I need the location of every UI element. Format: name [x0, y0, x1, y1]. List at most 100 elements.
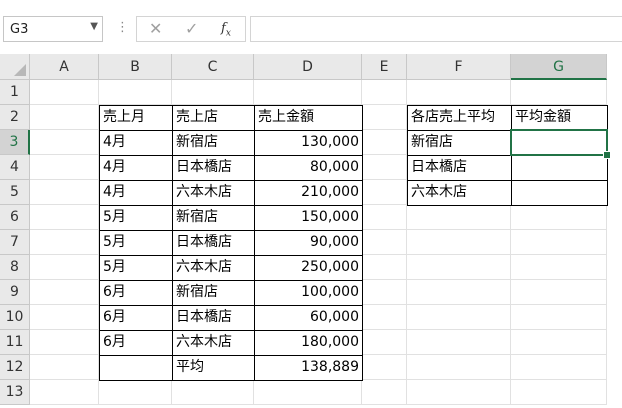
select-all-corner[interactable] — [0, 54, 30, 80]
row-header-10[interactable]: 10 — [0, 305, 30, 330]
cell-b3[interactable]: 4月 — [99, 130, 173, 156]
cell[interactable] — [362, 380, 407, 405]
cell[interactable] — [99, 380, 172, 405]
cell[interactable] — [407, 80, 511, 105]
row-header-13[interactable]: 13 — [0, 380, 30, 405]
cell-f4[interactable]: 日本橋店 — [407, 155, 512, 181]
cell[interactable] — [362, 105, 407, 130]
cell[interactable] — [362, 255, 407, 280]
cell[interactable] — [30, 380, 99, 405]
cell-b10[interactable]: 6月 — [99, 305, 173, 331]
cell-c10[interactable]: 日本橋店 — [172, 305, 255, 331]
column-header-a[interactable]: A — [30, 54, 99, 80]
cell-d3[interactable]: 130,000 — [254, 130, 363, 156]
chevron-down-icon[interactable]: ▼ — [90, 21, 98, 32]
cell[interactable] — [362, 80, 407, 105]
cell[interactable] — [511, 355, 607, 380]
row-header-6[interactable]: 6 — [0, 205, 30, 230]
column-header-e[interactable]: E — [362, 54, 407, 80]
cell-c12[interactable]: 平均 — [172, 355, 255, 381]
more-options-icon[interactable]: ⋮ — [116, 20, 129, 35]
cell-b11[interactable]: 6月 — [99, 330, 173, 356]
row-header-11[interactable]: 11 — [0, 330, 30, 355]
fill-handle[interactable] — [603, 151, 611, 159]
cell-b6[interactable]: 5月 — [99, 205, 173, 231]
cell-b12[interactable] — [99, 355, 173, 381]
column-header-b[interactable]: B — [99, 54, 172, 80]
cell-c8[interactable]: 六本木店 — [172, 255, 255, 281]
cell-d6[interactable]: 150,000 — [254, 205, 363, 231]
cell-c6[interactable]: 新宿店 — [172, 205, 255, 231]
cell[interactable] — [30, 180, 99, 205]
cell-d12[interactable]: 138,889 — [254, 355, 363, 381]
cell[interactable] — [362, 130, 407, 155]
cell[interactable] — [254, 380, 362, 405]
cell-d5[interactable]: 210,000 — [254, 180, 363, 206]
cell[interactable] — [30, 130, 99, 155]
cell-c9[interactable]: 新宿店 — [172, 280, 255, 306]
cell-c7[interactable]: 日本橋店 — [172, 230, 255, 256]
row-header-12[interactable]: 12 — [0, 355, 30, 380]
cell[interactable] — [362, 230, 407, 255]
cell[interactable] — [511, 80, 607, 105]
cell[interactable] — [172, 380, 254, 405]
active-cell-selection[interactable] — [510, 129, 608, 156]
cell-c4[interactable]: 日本橋店 — [172, 155, 255, 181]
cell-d9[interactable]: 100,000 — [254, 280, 363, 306]
cell-b2[interactable]: 売上月 — [99, 105, 173, 131]
cell[interactable] — [511, 280, 607, 305]
cell[interactable] — [407, 255, 511, 280]
cell-d2[interactable]: 売上金額 — [254, 105, 363, 131]
column-header-c[interactable]: C — [172, 54, 254, 80]
cell-f3[interactable]: 新宿店 — [407, 130, 512, 156]
cell[interactable] — [362, 280, 407, 305]
cell[interactable] — [172, 80, 254, 105]
cell[interactable] — [407, 205, 511, 230]
row-header-8[interactable]: 8 — [0, 255, 30, 280]
cell[interactable] — [511, 305, 607, 330]
row-header-3[interactable]: 3 — [0, 130, 30, 155]
cell[interactable] — [511, 330, 607, 355]
cell-b8[interactable]: 5月 — [99, 255, 173, 281]
row-header-7[interactable]: 7 — [0, 230, 30, 255]
cell-d7[interactable]: 90,000 — [254, 230, 363, 256]
column-header-f[interactable]: F — [407, 54, 511, 80]
cell[interactable] — [30, 280, 99, 305]
cell[interactable] — [511, 255, 607, 280]
cell[interactable] — [30, 305, 99, 330]
cell[interactable] — [362, 180, 407, 205]
cell[interactable] — [362, 305, 407, 330]
cancel-icon[interactable]: ✕ — [149, 19, 162, 38]
cell-b7[interactable]: 5月 — [99, 230, 173, 256]
name-box[interactable]: G3 ▼ — [3, 16, 103, 42]
row-header-9[interactable]: 9 — [0, 280, 30, 305]
fx-icon[interactable]: fx — [221, 21, 231, 39]
cell-f2[interactable]: 各店売上平均 — [407, 105, 512, 131]
cell-c11[interactable]: 六本木店 — [172, 330, 255, 356]
cell[interactable] — [511, 380, 607, 405]
cell[interactable] — [362, 155, 407, 180]
cell[interactable] — [407, 380, 511, 405]
cell[interactable] — [30, 205, 99, 230]
cell-d8[interactable]: 250,000 — [254, 255, 363, 281]
cell-c2[interactable]: 売上店 — [172, 105, 255, 131]
cell[interactable] — [407, 280, 511, 305]
row-header-2[interactable]: 2 — [0, 105, 30, 130]
cell[interactable] — [30, 330, 99, 355]
cell[interactable] — [99, 80, 172, 105]
cell-b9[interactable]: 6月 — [99, 280, 173, 306]
cell-c3[interactable]: 新宿店 — [172, 130, 255, 156]
cell[interactable] — [30, 155, 99, 180]
column-header-g[interactable]: G — [511, 54, 607, 80]
cell[interactable] — [30, 230, 99, 255]
cell-g4[interactable] — [511, 155, 608, 181]
cell[interactable] — [30, 80, 99, 105]
cell-d4[interactable]: 80,000 — [254, 155, 363, 181]
cell-c5[interactable]: 六本木店 — [172, 180, 255, 206]
cell[interactable] — [30, 105, 99, 130]
cell[interactable] — [254, 80, 362, 105]
cell[interactable] — [362, 355, 407, 380]
cell[interactable] — [511, 230, 607, 255]
cell-g2[interactable]: 平均金額 — [511, 105, 608, 131]
row-header-1[interactable]: 1 — [0, 80, 30, 105]
